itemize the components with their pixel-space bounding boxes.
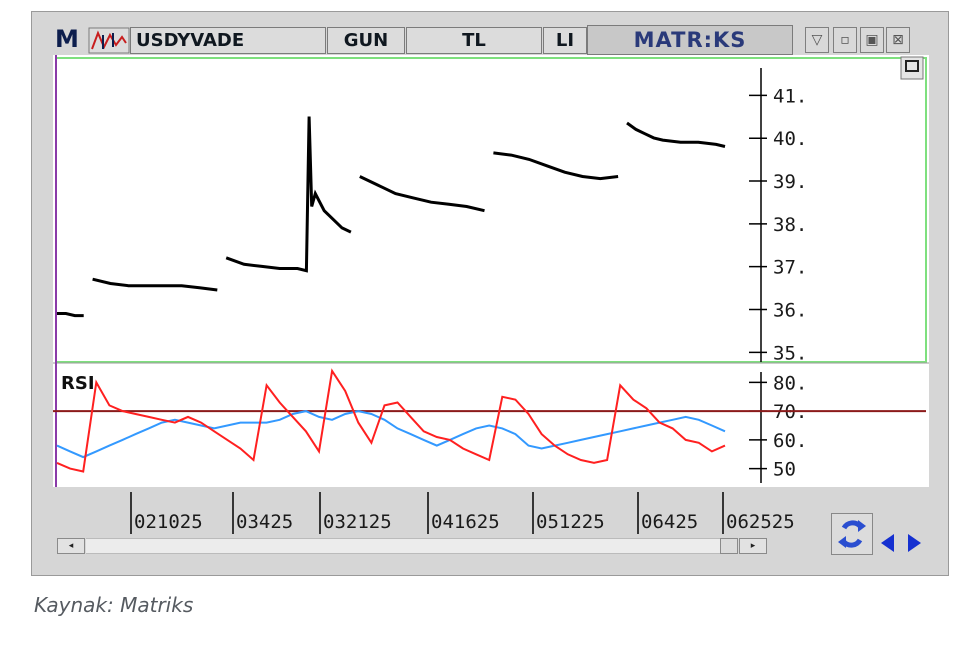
date-tick-label: 041625 [431, 511, 500, 533]
matriks-logo: M [55, 25, 79, 53]
date-tick-label: 062525 [726, 511, 795, 533]
scrollbar-thumb[interactable] [720, 538, 738, 554]
price-tick-label: 36. [773, 300, 807, 322]
scroll-left-button[interactable]: ◂ [57, 538, 85, 554]
price-tick-label: 41. [773, 85, 807, 107]
date-tick-label: 06425 [641, 511, 698, 533]
price-tick-label: 38. [773, 214, 807, 236]
rsi-tick-label: 50 [773, 459, 796, 481]
rsi-tick-label: 60. [773, 430, 807, 452]
date-tick-label: 03425 [236, 511, 293, 533]
price-tick-label: 37. [773, 257, 807, 279]
price-tick-label: 39. [773, 171, 807, 193]
price-tick-label: 35. [773, 342, 807, 364]
source-caption: Kaynak: Matriks [34, 593, 194, 617]
dropdown-button[interactable]: ▽ [805, 27, 829, 53]
chart-type-icon-svg [88, 27, 130, 54]
refresh-icon [838, 520, 866, 548]
symbol-tab[interactable]: USDYVADE [130, 27, 326, 54]
tab-tl[interactable]: TL [406, 27, 542, 54]
rsi-label: RSI [61, 373, 95, 394]
chart-svg: 41.40.39.38.37.36.35.RSI 80.70.60.50 [53, 55, 929, 487]
tab-li[interactable]: LI [543, 27, 587, 54]
date-axis: 021025 03425 032125 041625 051225 06425 062525 [130, 492, 795, 534]
tab-gun[interactable]: GUN [327, 27, 405, 54]
prev-next-icon [881, 534, 921, 552]
refresh-button[interactable] [831, 513, 873, 555]
rsi-tick-label: 80. [773, 372, 807, 394]
brand-label: MATR:KS [587, 25, 793, 55]
rsi-line [56, 368, 726, 473]
scroll-right-button[interactable]: ▸ [739, 538, 767, 554]
maximize-button[interactable]: ▣ [860, 27, 884, 53]
chart-area[interactable]: 41. 40. 39. 38. 37. 36. 35. RSI 80. 70. 60. 50 [53, 55, 929, 487]
date-tick-label: 032125 [323, 511, 392, 533]
date-tick-label: 051225 [536, 511, 605, 533]
minimize-button[interactable]: ▫ [833, 27, 857, 53]
close-button[interactable]: ⊠ [886, 27, 910, 53]
date-tick-label: 021025 [134, 511, 203, 533]
nav-arrows[interactable] [876, 531, 928, 555]
price-tick-label: 40. [773, 128, 807, 150]
scrollbar-track[interactable] [86, 538, 720, 554]
chart-type-icon[interactable] [88, 27, 130, 54]
